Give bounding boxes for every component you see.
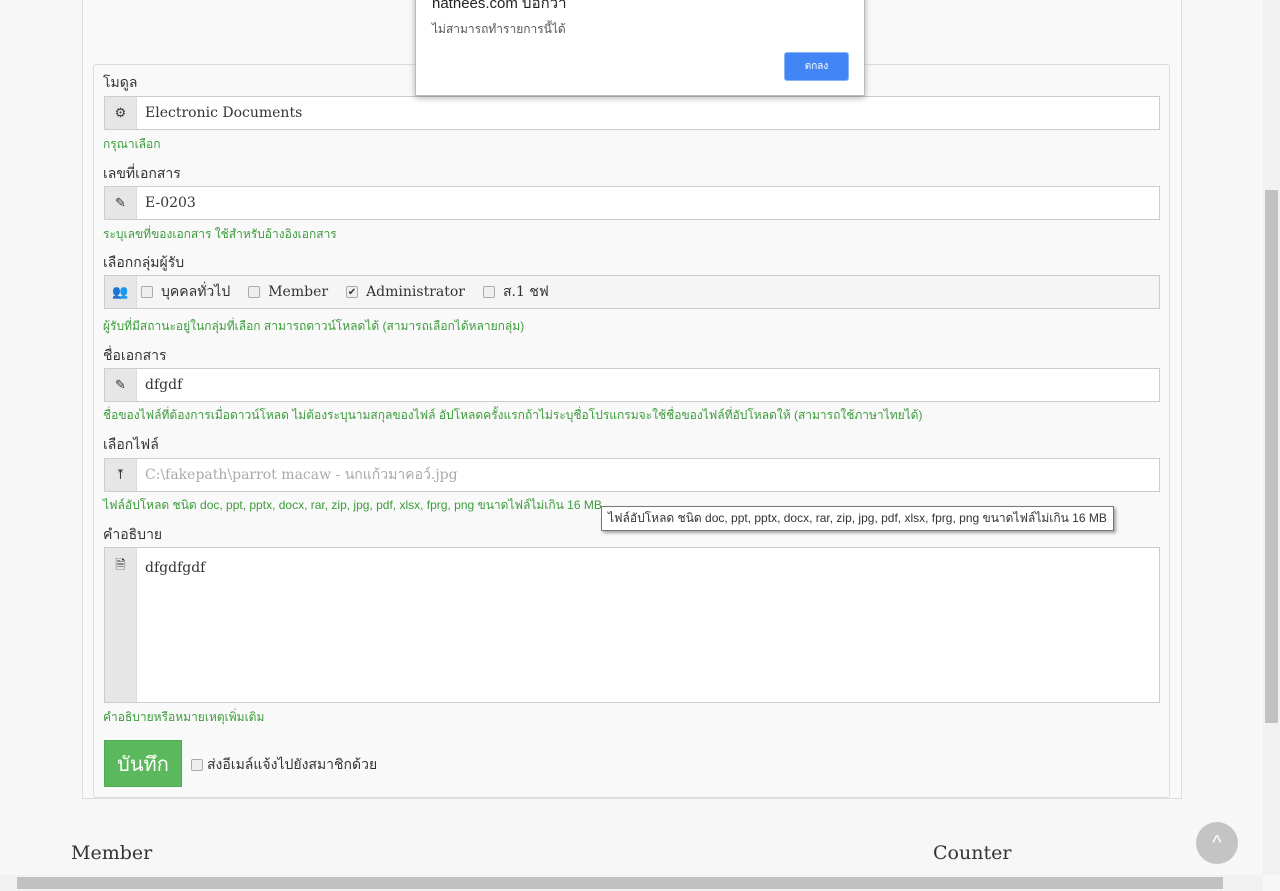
horizontal-scrollbar[interactable]: [0, 875, 1263, 891]
checkbox-general-public[interactable]: [141, 286, 153, 298]
doc-name-label: ชื่อเอกสาร: [103, 347, 167, 363]
send-email-label: ส่งอีเมล์แจ้งไปยังสมาชิกด้วย: [207, 756, 378, 772]
file-value: C:\fakepath\parrot macaw - นกแก้วมาคอว์.…: [145, 467, 458, 483]
horizontal-scrollbar-thumb[interactable]: [17, 877, 1223, 889]
alert-dialog: nathees.com บอกว่า ไม่สามารถทำรายการนี้ไ…: [415, 0, 865, 96]
description-textarea[interactable]: 🗎 dfgdfgdf: [104, 547, 1160, 703]
checkbox-s1[interactable]: [482, 286, 495, 298]
groups-label: เลือกกลุ่มผู้รับ: [103, 254, 185, 270]
doc-name-input[interactable]: ✎ dfgdf: [104, 368, 1160, 402]
doc-name-help: ชื่อของไฟล์ที่ต้องการเมื่อดาวน์โหลด ไม่ต…: [103, 408, 923, 422]
upload-icon: ⤒: [105, 459, 137, 491]
counter-heading: Counter: [933, 842, 1012, 864]
users-icon: 👥: [105, 276, 137, 308]
module-value: Electronic Documents: [145, 105, 303, 121]
vertical-scrollbar[interactable]: [1263, 0, 1280, 875]
doc-no-label: เลขที่เอกสาร: [103, 165, 181, 181]
member-heading: Member: [71, 842, 153, 864]
doc-no-input[interactable]: ✎ E-0203: [104, 186, 1160, 220]
dialog-message: ไม่สามารถทำรายการนี้ได้: [432, 22, 566, 36]
file-help: ไฟล์อัปโหลด ชนิด doc, ppt, pptx, docx, r…: [103, 498, 602, 512]
dialog-ok-button[interactable]: ตกลง: [784, 52, 849, 81]
send-email-checkbox[interactable]: [191, 759, 203, 771]
doc-no-value: E-0203: [145, 195, 196, 211]
module-select[interactable]: ⚙ Electronic Documents: [104, 96, 1160, 130]
pencil-icon: ✎: [105, 369, 137, 401]
option-label: Member: [268, 284, 329, 300]
option-label: Administrator: [366, 284, 465, 300]
module-label: โมดูล: [103, 74, 138, 90]
option-label: ส.1 ชฟ: [502, 284, 549, 300]
description-value: dfgdfgdf: [145, 560, 206, 576]
file-tooltip: ไฟล์อัปโหลด ชนิด doc, ppt, pptx, docx, r…: [601, 506, 1114, 531]
groups-field: 👥 บุคคลทั่วไป Member ✔ Administrator ส.1 …: [104, 275, 1160, 309]
dialog-title: nathees.com บอกว่า: [432, 0, 567, 12]
back-to-top-button[interactable]: ^: [1196, 822, 1238, 864]
option-label: บุคคลทั่วไป: [161, 284, 231, 300]
save-button[interactable]: บันทึก: [104, 740, 182, 787]
vertical-scrollbar-thumb[interactable]: [1265, 190, 1278, 723]
doc-name-value: dfgdf: [145, 377, 183, 393]
groups-help: ผู้รับที่มีสถานะอยู่ในกลุ่มที่เลือก สามา…: [103, 319, 525, 333]
description-help: คำอธิบายหรือหมายเหตุเพิ่มเติม: [103, 710, 265, 724]
checkbox-administrator[interactable]: ✔: [346, 286, 359, 298]
module-help: กรุณาเลือก: [103, 137, 161, 151]
file-label: เลือกไฟล์: [103, 436, 159, 452]
gears-icon: ⚙: [105, 97, 137, 129]
pencil-icon: ✎: [105, 187, 137, 219]
checkbox-member[interactable]: [248, 286, 261, 298]
description-label: คำอธิบาย: [103, 526, 163, 542]
file-icon: 🗎: [105, 548, 137, 702]
doc-no-help: ระบุเลขที่ของเอกสาร ใช้สำหรับอ้างอิงเอกส…: [103, 227, 337, 241]
file-input[interactable]: ⤒ C:\fakepath\parrot macaw - นกแก้วมาคอว์…: [104, 458, 1160, 492]
